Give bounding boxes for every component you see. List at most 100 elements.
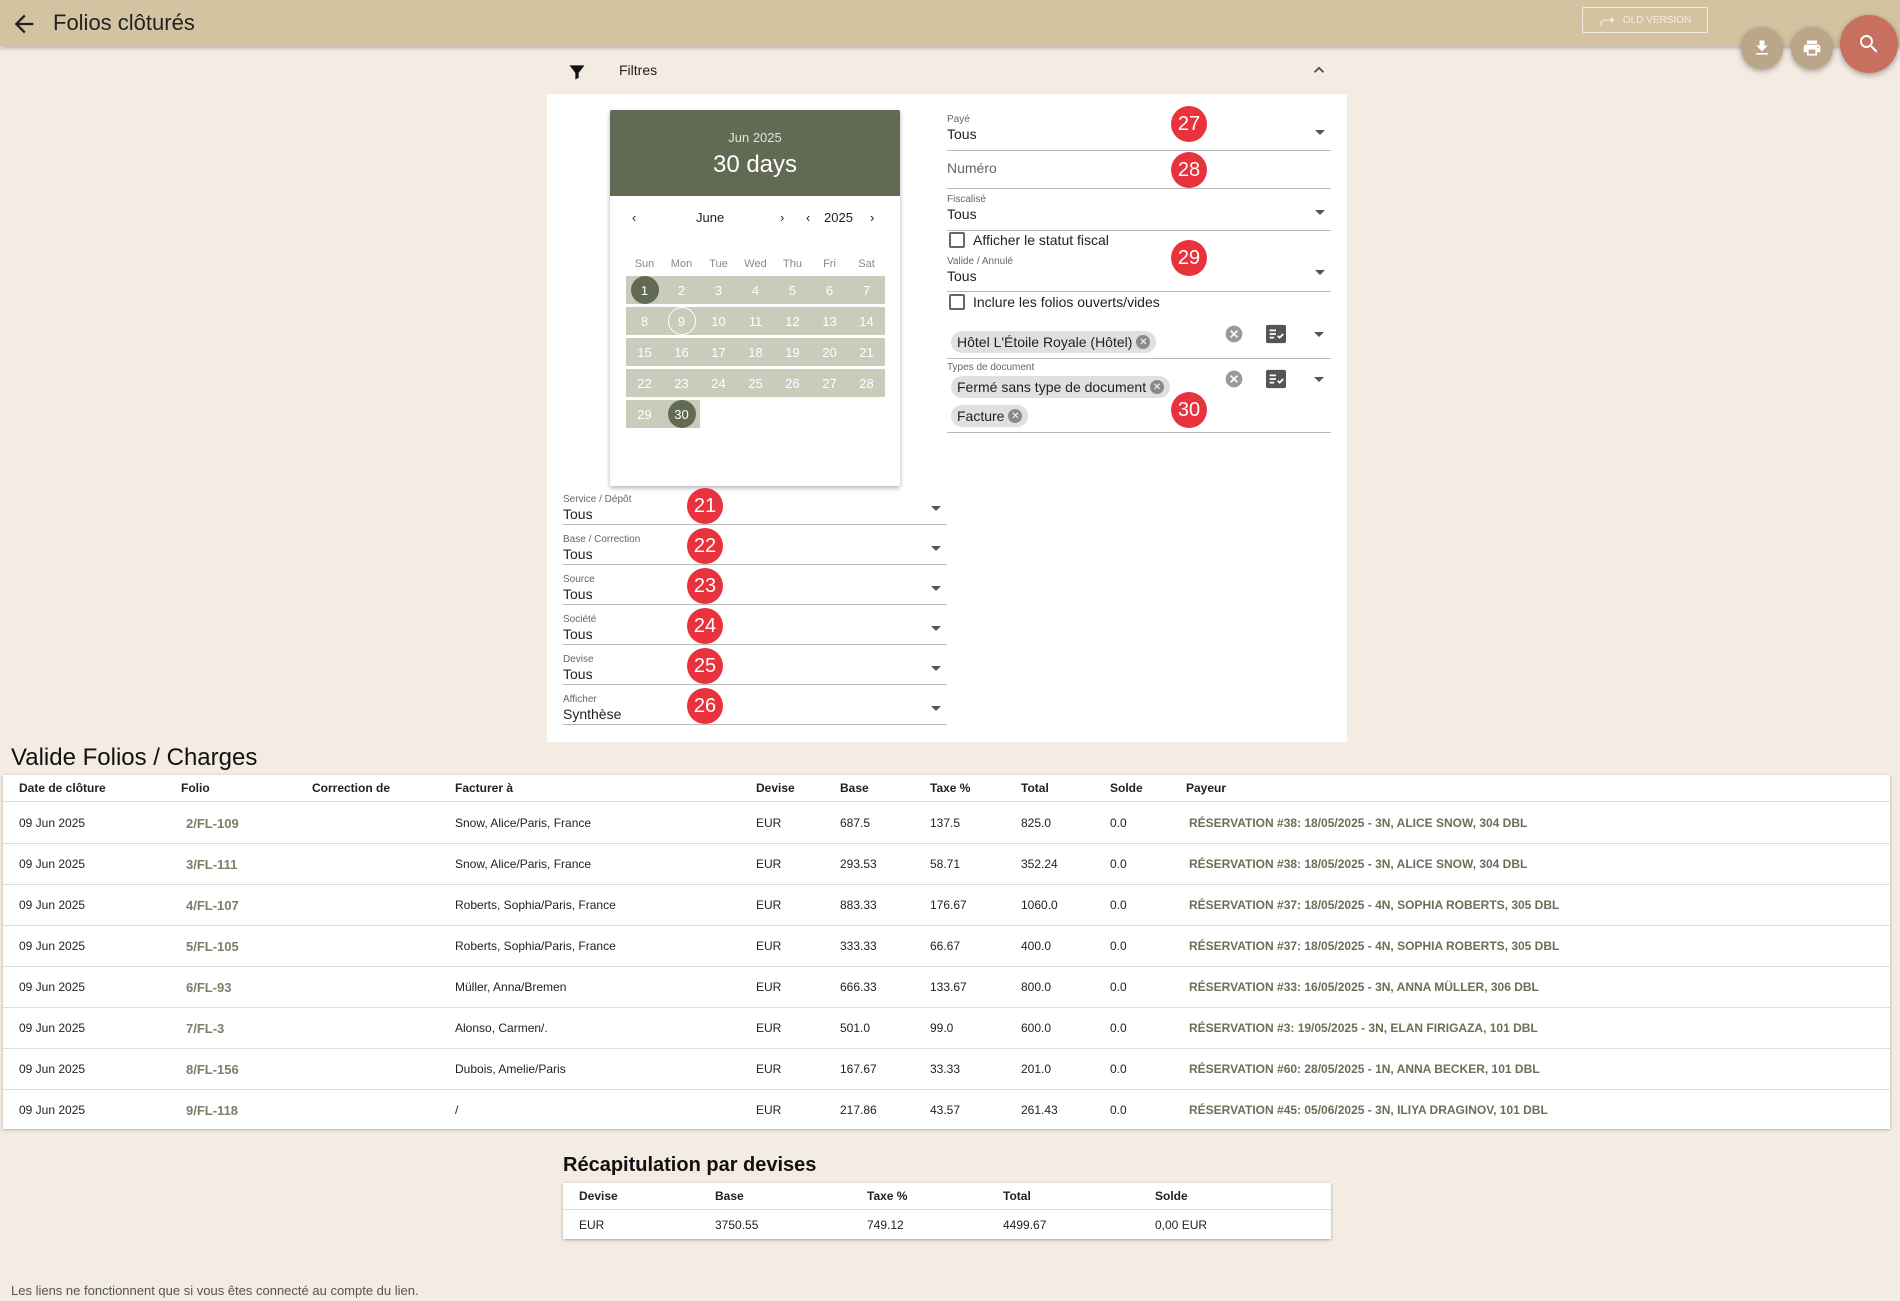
old-version-button[interactable]: OLD VERSION [1582, 7, 1708, 33]
payeur-link[interactable]: RÉSERVATION #37: 18/05/2025 - 4N, SOPHIA… [1189, 939, 1559, 953]
checklist-icon[interactable] [1265, 369, 1287, 394]
filter-select[interactable]: Afficher Synthèse [563, 694, 947, 725]
folio-link[interactable]: 7/FL-3 [186, 1021, 224, 1036]
calendar-day[interactable]: 15 [626, 338, 663, 366]
dropdown-arrow-icon [931, 626, 941, 631]
filter-select[interactable]: Base / Correction Tous [563, 534, 947, 565]
afficher-statut-fiscal-checkbox[interactable]: Afficher le statut fiscal [949, 232, 1109, 248]
filter-select[interactable]: Devise Tous [563, 654, 947, 685]
download-button[interactable] [1741, 27, 1783, 69]
calendar-day-number: 7 [862, 282, 871, 298]
folio-link[interactable]: 3/FL-111 [186, 857, 237, 872]
dropdown-arrow-icon[interactable] [1314, 377, 1324, 382]
calendar-day[interactable]: 21 [848, 338, 885, 366]
chip-remove-icon[interactable]: ✕ [1150, 380, 1165, 394]
chip-remove-icon[interactable]: ✕ [1136, 335, 1151, 349]
payeur-link[interactable]: RÉSERVATION #38: 18/05/2025 - 3N, ALICE … [1189, 816, 1527, 830]
calendar-day[interactable]: 9 [663, 307, 700, 335]
column-header[interactable]: Date de clôture [19, 781, 106, 795]
back-arrow-icon[interactable] [10, 10, 38, 38]
calendar-day[interactable]: 25 [737, 369, 774, 397]
filter-select[interactable]: Société Tous [563, 614, 947, 645]
folio-link[interactable]: 2/FL-109 [186, 816, 239, 831]
filter-select[interactable]: Source Tous [563, 574, 947, 605]
payeur-link[interactable]: RÉSERVATION #33: 16/05/2025 - 3N, ANNA M… [1189, 980, 1539, 994]
calendar-day[interactable]: 22 [626, 369, 663, 397]
calendar-day[interactable]: 24 [700, 369, 737, 397]
calendar-day[interactable]: 2 [663, 276, 700, 304]
column-header[interactable]: Solde [1110, 781, 1143, 795]
calendar-day[interactable]: 29 [626, 400, 663, 428]
column-header[interactable]: Folio [181, 781, 210, 795]
calendar-day[interactable]: 17 [700, 338, 737, 366]
checklist-icon[interactable] [1265, 324, 1287, 349]
calendar-day[interactable]: 5 [774, 276, 811, 304]
payeur-link[interactable]: RÉSERVATION #60: 28/05/2025 - 1N, ANNA B… [1189, 1062, 1540, 1076]
calendar-day[interactable]: 10 [700, 307, 737, 335]
column-header[interactable]: Facturer à [455, 781, 513, 795]
dropdown-arrow-icon[interactable] [1314, 332, 1324, 337]
clear-circle-icon[interactable] [1224, 324, 1244, 349]
print-button[interactable] [1791, 27, 1833, 69]
column-header[interactable]: Payeur [1186, 781, 1226, 795]
calendar-month[interactable]: June [696, 210, 724, 225]
folio-link[interactable]: 9/FL-118 [186, 1103, 238, 1118]
calendar-year[interactable]: 2025 [824, 210, 853, 225]
filter-header[interactable]: Filtres [547, 52, 1347, 92]
payeur-link[interactable]: RÉSERVATION #45: 05/06/2025 - 3N, ILIYA … [1189, 1103, 1548, 1117]
calendar-day[interactable]: 18 [737, 338, 774, 366]
folio-link[interactable]: 8/FL-156 [186, 1062, 239, 1077]
payeur-link[interactable]: RÉSERVATION #3: 19/05/2025 - 3N, ELAN FI… [1189, 1021, 1538, 1035]
filter-select-label: Source [563, 574, 595, 585]
calendar-day[interactable]: 23 [663, 369, 700, 397]
filter-select[interactable]: Service / Dépôt Tous [563, 494, 947, 525]
clear-circle-icon[interactable] [1224, 369, 1244, 394]
calendar-day[interactable]: 4 [737, 276, 774, 304]
calendar-day[interactable]: 12 [774, 307, 811, 335]
table-cell: 666.33 [840, 980, 877, 994]
next-month-icon[interactable]: › [780, 210, 784, 225]
calendar-day[interactable]: 1 [626, 276, 663, 304]
prev-year-icon[interactable]: ‹ [806, 210, 810, 225]
payeur-link[interactable]: RÉSERVATION #38: 18/05/2025 - 3N, ALICE … [1189, 857, 1527, 871]
calendar-day[interactable]: 14 [848, 307, 885, 335]
chip-remove-icon[interactable]: ✕ [1008, 409, 1023, 423]
calendar-day[interactable]: 28 [848, 369, 885, 397]
paye-select[interactable]: Payé Tous [947, 114, 1331, 151]
calendar-day[interactable]: 7 [848, 276, 885, 304]
table-cell: 0.0 [1110, 1021, 1127, 1035]
folio-link[interactable]: 5/FL-105 [186, 939, 239, 954]
column-header[interactable]: Total [1021, 781, 1049, 795]
calendar-day[interactable]: 27 [811, 369, 848, 397]
calendar-day[interactable]: 20 [811, 338, 848, 366]
prev-month-icon[interactable]: ‹ [632, 210, 636, 225]
column-header[interactable]: Base [840, 781, 869, 795]
chevron-up-icon[interactable] [1309, 60, 1329, 85]
numero-placeholder: Numéro [947, 160, 997, 176]
calendar-day[interactable]: 26 [774, 369, 811, 397]
calendar-day[interactable]: 3 [700, 276, 737, 304]
fiscalise-select[interactable]: Fiscalisé Tous [947, 194, 1331, 231]
checkbox-box[interactable] [949, 232, 965, 248]
calendar-day[interactable]: 19 [774, 338, 811, 366]
calendar-day[interactable]: 16 [663, 338, 700, 366]
checkbox-box[interactable] [949, 294, 965, 310]
column-header[interactable]: Devise [756, 781, 795, 795]
column-header[interactable]: Correction de [312, 781, 390, 795]
column-header[interactable]: Taxe % [930, 781, 970, 795]
valide-annule-select[interactable]: Valide / Annulé Tous [947, 256, 1331, 292]
numero-input[interactable]: Numéro [947, 154, 1331, 189]
old-version-label: OLD VERSION [1622, 14, 1692, 26]
next-year-icon[interactable]: › [870, 210, 874, 225]
calendar-day[interactable]: 8 [626, 307, 663, 335]
payeur-link[interactable]: RÉSERVATION #37: 18/05/2025 - 4N, SOPHIA… [1189, 898, 1559, 912]
calendar-day[interactable]: 13 [811, 307, 848, 335]
calendar-day[interactable]: 30 [663, 400, 700, 428]
folio-link[interactable]: 4/FL-107 [186, 898, 239, 913]
recap-column-header: Devise [579, 1189, 618, 1203]
calendar-day[interactable]: 11 [737, 307, 774, 335]
folio-link[interactable]: 6/FL-93 [186, 980, 232, 995]
search-button[interactable] [1840, 15, 1898, 73]
calendar-day[interactable]: 6 [811, 276, 848, 304]
inclure-ouverts-checkbox[interactable]: Inclure les folios ouverts/vides [949, 294, 1160, 310]
